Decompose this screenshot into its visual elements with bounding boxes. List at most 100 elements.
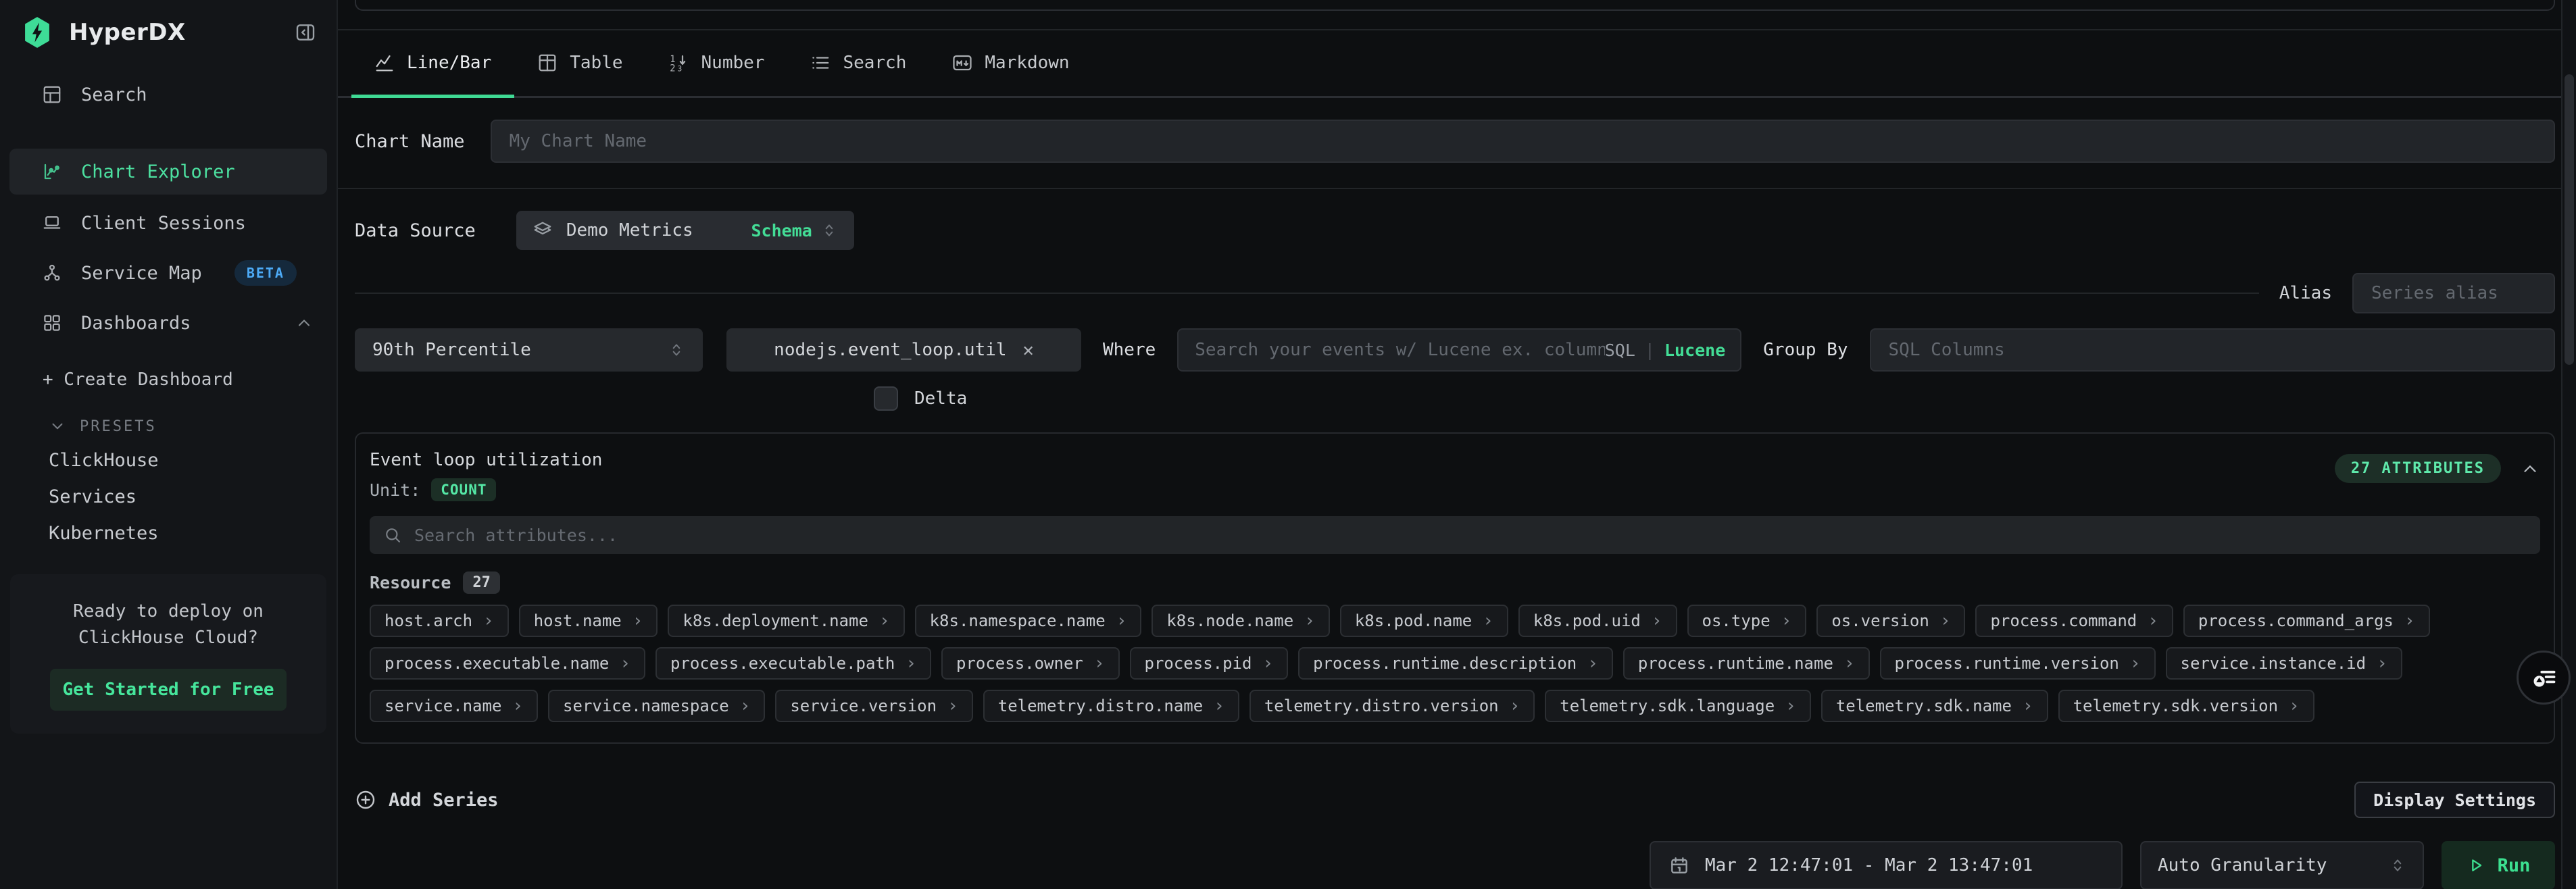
sidebar-item-search[interactable]: Search (9, 73, 327, 116)
sidebar-item-dashboards[interactable]: Dashboards (9, 301, 327, 345)
attribute-chip[interactable]: k8s.pod.name › (1340, 605, 1508, 637)
schema-toggle[interactable]: Schema (751, 221, 838, 240)
attribute-chip[interactable]: k8s.namespace.name › (915, 605, 1142, 637)
attribute-chip[interactable]: os.version › (1816, 605, 1965, 637)
attribute-chip-label: process.runtime.name (1638, 654, 1833, 673)
where-search-input[interactable] (1195, 340, 1604, 360)
attribute-chip-label: process.executable.path (670, 654, 895, 673)
attribute-chip[interactable]: process.executable.name › (370, 647, 645, 680)
chart-preview-remnant (355, 0, 2555, 11)
number-sort-icon: 123 (669, 53, 689, 73)
series-alias-input[interactable] (2352, 273, 2555, 313)
tab-line-bar[interactable]: Line/Bar (351, 30, 514, 98)
chart-name-input[interactable] (491, 120, 2555, 163)
attribute-chip[interactable]: k8s.node.name › (1151, 605, 1330, 637)
tab-markdown[interactable]: Markdown (929, 30, 1092, 98)
panel-collapse-button[interactable] (2520, 459, 2540, 479)
attribute-chip[interactable]: process.command_args › (2183, 605, 2430, 637)
chevron-right-icon: › (906, 653, 916, 674)
chevron-right-icon: › (740, 696, 751, 716)
run-button[interactable]: Run (2442, 841, 2555, 889)
play-icon (2467, 856, 2485, 875)
attribute-chip[interactable]: service.version › (775, 690, 972, 722)
attribute-chip[interactable]: process.runtime.description › (1298, 647, 1613, 680)
sidebar: HyperDX Search Chart Explorer Client Ses… (0, 0, 338, 889)
metric-attributes-panel: Event loop utilization Unit: COUNT 27 AT… (355, 432, 2555, 744)
attribute-chip-label: os.type (1702, 611, 1770, 630)
tab-table[interactable]: Table (514, 30, 645, 98)
group-by-input[interactable] (1870, 328, 2555, 372)
attribute-chip[interactable]: telemetry.sdk.name › (1821, 690, 2048, 722)
close-icon[interactable]: ✕ (1023, 340, 1034, 361)
chevron-right-icon: › (879, 611, 890, 631)
create-dashboard-button[interactable]: + Create Dashboard (0, 362, 337, 397)
attribute-chip[interactable]: k8s.pod.uid › (1518, 605, 1677, 637)
attribute-chip[interactable]: host.name › (519, 605, 658, 637)
attribute-chip-label: k8s.node.name (1166, 611, 1293, 630)
attribute-chip-label: service.name (385, 696, 501, 715)
attribute-search-input[interactable] (414, 526, 2527, 545)
table-icon (537, 53, 558, 73)
chevron-right-icon: › (2377, 653, 2387, 674)
app-title: HyperDX (69, 19, 186, 46)
changelog-widget-button[interactable] (2517, 651, 2571, 705)
attribute-chip[interactable]: process.command › (1975, 605, 2173, 637)
attribute-chip[interactable]: process.owner › (941, 647, 1120, 680)
vertical-scrollbar[interactable] (2561, 0, 2576, 889)
attribute-chip[interactable]: service.instance.id › (2166, 647, 2402, 680)
attribute-chip[interactable]: process.runtime.name › (1623, 647, 1870, 680)
preset-item-services[interactable]: Services (0, 478, 337, 515)
metric-field-chip[interactable]: nodejs.event_loop.util ✕ (726, 328, 1081, 372)
tab-search[interactable]: Search (787, 30, 929, 98)
add-series-button[interactable]: Add Series (355, 789, 499, 811)
attribute-chip-label: process.command (1990, 611, 2137, 630)
time-range-picker[interactable]: Mar 2 12:47:01 - Mar 2 13:47:01 (1650, 841, 2123, 889)
preset-item-kubernetes[interactable]: Kubernetes (0, 515, 337, 551)
chevron-right-icon: › (2148, 611, 2158, 631)
attribute-chip[interactable]: process.runtime.version › (1880, 647, 2156, 680)
sidebar-item-client-sessions[interactable]: Client Sessions (9, 201, 327, 245)
attribute-chip[interactable]: host.arch › (370, 605, 509, 637)
markdown-icon (952, 53, 972, 73)
attribute-chip-label: k8s.namespace.name (930, 611, 1106, 630)
chevron-right-icon: › (2130, 653, 2141, 674)
main-content: Line/Bar Table 123 Number Search Markdow… (338, 0, 2576, 889)
unit-value-badge: COUNT (431, 478, 496, 501)
data-source-select[interactable]: Demo Metrics Schema (516, 211, 854, 250)
sidebar-item-chart-explorer[interactable]: Chart Explorer (9, 149, 327, 195)
granularity-select[interactable]: Auto Granularity (2140, 841, 2424, 889)
attribute-chip[interactable]: telemetry.distro.name › (983, 690, 1239, 722)
changelog-icon (2529, 663, 2558, 692)
attribute-chip-label: service.namespace (563, 696, 729, 715)
chevron-up-icon (2520, 459, 2540, 479)
attribute-chip[interactable]: process.pid › (1130, 647, 1289, 680)
chevron-right-icon: › (1652, 611, 1662, 631)
aggregation-select[interactable]: 90th Percentile (355, 328, 703, 372)
attribute-chip[interactable]: k8s.deployment.name › (668, 605, 904, 637)
presets-section-toggle[interactable]: PRESETS (0, 411, 337, 442)
scrollbar-thumb[interactable] (2565, 74, 2574, 365)
attribute-chip[interactable]: telemetry.sdk.language › (1545, 690, 1811, 722)
display-settings-button[interactable]: Display Settings (2354, 782, 2555, 818)
preset-item-clickhouse[interactable]: ClickHouse (0, 442, 337, 478)
attribute-chip[interactable]: process.executable.path › (655, 647, 931, 680)
lucene-language-button[interactable]: Lucene (1664, 340, 1725, 360)
chevron-up-down-icon (668, 341, 685, 359)
chevron-right-icon: › (1781, 611, 1792, 631)
attribute-chip-label: process.executable.name (385, 654, 609, 673)
attribute-chip[interactable]: telemetry.sdk.version › (2058, 690, 2314, 722)
chart-name-label: Chart Name (355, 131, 465, 152)
attribute-chip[interactable]: telemetry.distro.version › (1249, 690, 1535, 722)
tab-number[interactable]: 123 Number (646, 30, 788, 98)
chevron-right-icon: › (2289, 696, 2300, 716)
attribute-chip[interactable]: service.name › (370, 690, 538, 722)
sidebar-item-service-map[interactable]: Service Map BETA (9, 251, 327, 295)
chevron-up-down-icon (2389, 857, 2406, 874)
get-started-button[interactable]: Get Started for Free (50, 669, 287, 711)
attribute-chip[interactable]: service.namespace › (548, 690, 765, 722)
sidebar-collapse-button[interactable] (295, 22, 316, 43)
sql-language-button[interactable]: SQL (1605, 340, 1635, 360)
delta-checkbox[interactable] (874, 386, 898, 411)
attribute-chip-label: service.version (790, 696, 937, 715)
attribute-chip[interactable]: os.type › (1687, 605, 1807, 637)
